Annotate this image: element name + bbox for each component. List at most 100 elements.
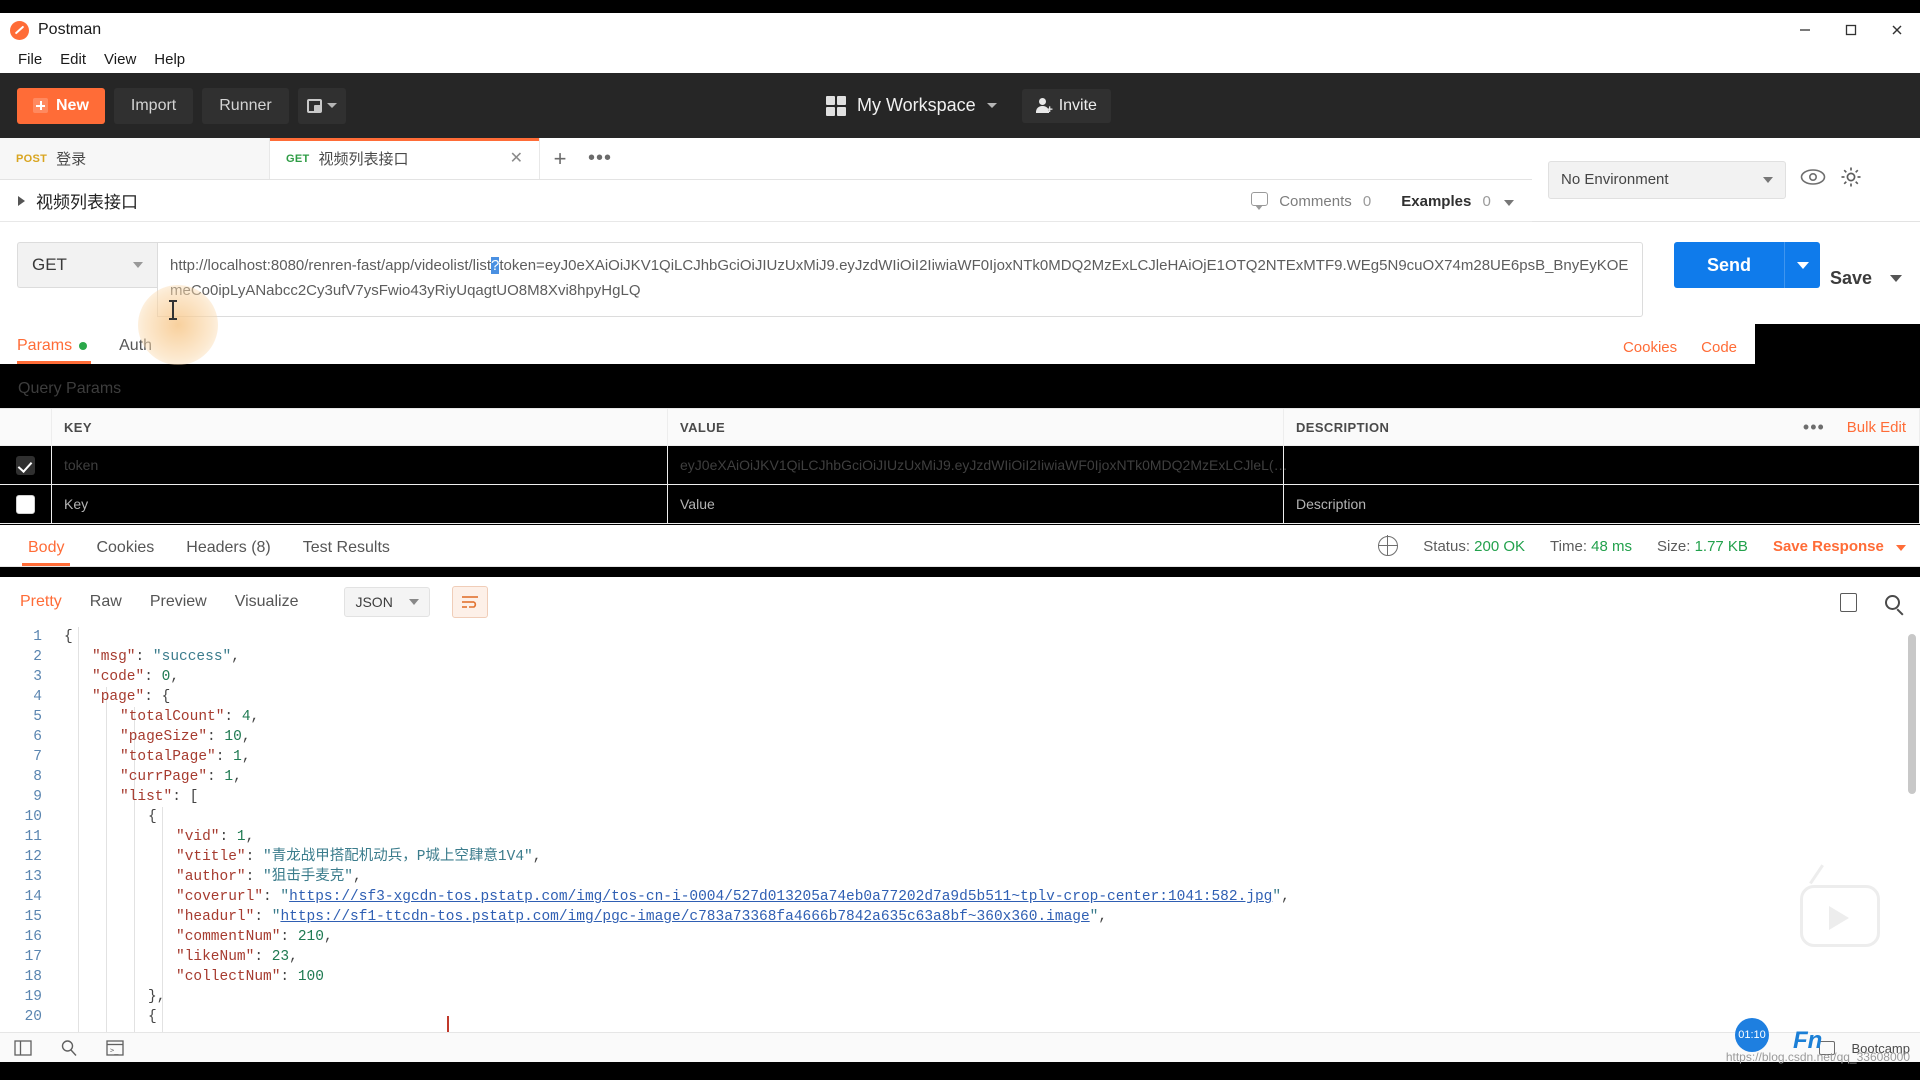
chevron-down-icon — [1796, 261, 1809, 269]
sidebar-toggle-icon[interactable] — [14, 1039, 32, 1056]
close-icon[interactable]: ✕ — [510, 150, 523, 167]
row-value[interactable]: eyJ0eXAiOiJKV1QiLCJhbGciOiJIUzUxMiJ9.eyJ… — [668, 446, 1288, 484]
status-dot-icon — [79, 342, 88, 350]
tab-login[interactable]: POST 登录 — [0, 138, 270, 179]
search-icon[interactable] — [60, 1039, 78, 1057]
vertical-scrollbar[interactable] — [1908, 634, 1916, 794]
table-row[interactable]: token eyJ0eXAiOiJKV1QiLCJhbGciOiJIUzUxMi… — [0, 446, 1920, 485]
code-token: : — [254, 949, 272, 965]
console-icon[interactable]: >_ — [106, 1039, 124, 1056]
tab-headers[interactable]: Headers (8) — [170, 539, 286, 566]
view-preview[interactable]: Preview — [150, 593, 227, 611]
code-token: , — [1098, 909, 1108, 925]
view-raw[interactable]: Raw — [90, 593, 142, 611]
import-button[interactable]: Import — [113, 87, 194, 124]
chevron-down-icon — [409, 599, 420, 605]
word-wrap-button[interactable] — [452, 586, 489, 618]
format-select[interactable]: JSON — [344, 587, 431, 617]
search-icon[interactable] — [1885, 594, 1900, 610]
code-token: https://sf3-xgcdn-tos.pstatp.com/img/tos… — [289, 889, 1273, 905]
save-button[interactable]: Save — [1830, 268, 1890, 289]
menu-file[interactable]: File — [9, 47, 51, 73]
cookies-link[interactable]: Cookies — [1623, 339, 1677, 356]
line-content: "author": "狙击手麦克", — [56, 867, 362, 887]
response-json-viewer[interactable]: 1{2 "msg": "success", 3 "code": 0, 4 "page": … — [0, 627, 1920, 1032]
row-description[interactable] — [1284, 446, 1920, 484]
examples-button[interactable]: Examples 0 — [1401, 193, 1514, 210]
tab-body[interactable]: Body — [12, 539, 80, 566]
line-number: 13 — [24, 869, 42, 885]
row-checkbox-cell[interactable] — [0, 485, 52, 523]
comments-button[interactable]: Comments 0 — [1251, 192, 1371, 210]
code-token: , — [170, 669, 180, 685]
save-chevron-down-icon[interactable] — [1890, 275, 1902, 282]
tab-auth[interactable]: Auth — [119, 337, 170, 364]
code-token: , — [245, 829, 255, 845]
view-visualize[interactable]: Visualize — [235, 593, 319, 611]
maximize-button[interactable] — [1828, 13, 1874, 47]
new-window-button[interactable] — [297, 87, 346, 124]
person-add-icon: + — [1035, 97, 1053, 115]
menu-help[interactable]: Help — [145, 47, 194, 73]
menu-view[interactable]: View — [95, 47, 145, 73]
add-tab-button[interactable]: + — [540, 138, 580, 179]
table-row[interactable]: Key Value Description — [0, 485, 1920, 524]
code-link[interactable]: Code — [1701, 339, 1737, 356]
eye-icon[interactable] — [1800, 168, 1826, 191]
code-line: 16 "commentNum": 210, — [0, 927, 1920, 947]
code-token: "coverurl" — [176, 889, 264, 905]
line-number: 18 — [24, 969, 42, 985]
copy-icon[interactable] — [1836, 589, 1857, 612]
environment-bar: No Environment — [1532, 138, 1920, 222]
runner-button[interactable]: Runner — [202, 87, 289, 124]
svg-text:>_: >_ — [110, 1046, 119, 1054]
tab-videolist[interactable]: GET 视频列表接口 ✕ — [270, 138, 540, 179]
close-button[interactable] — [1874, 13, 1920, 47]
line-content: "likeNum": 23, — [56, 947, 298, 967]
code-token: , — [231, 649, 240, 665]
chevron-right-icon[interactable] — [18, 195, 25, 206]
line-content: }, — [56, 987, 165, 1007]
tab-params[interactable]: Params — [17, 337, 105, 364]
tab-more-button[interactable]: ••• — [580, 138, 620, 179]
tab-test-results[interactable]: Test Results — [287, 539, 406, 566]
code-token: : — [245, 849, 264, 865]
code-token: : — [280, 969, 298, 985]
line-number: 8 — [33, 769, 42, 785]
row-value-placeholder[interactable]: Value — [668, 485, 1284, 523]
url-input[interactable]: http://localhost:8080/renren-fast/app/vi… — [157, 242, 1643, 317]
line-number: 16 — [24, 929, 42, 945]
tab-verb: POST — [16, 152, 48, 165]
bulk-edit-button[interactable]: Bulk Edit — [1847, 419, 1906, 436]
row-checkbox-cell[interactable] — [0, 446, 52, 484]
tab-auth-label: Auth — [119, 337, 153, 354]
size-metric: Size: 1.77 KB — [1657, 538, 1748, 555]
tab-cookies[interactable]: Cookies — [80, 539, 170, 566]
send-button[interactable]: Send — [1674, 242, 1784, 288]
checkbox-unchecked-icon[interactable] — [16, 494, 35, 514]
line-number: 3 — [33, 669, 42, 685]
code-token: 10 — [224, 729, 242, 745]
gear-icon[interactable] — [1840, 166, 1862, 193]
view-pretty[interactable]: Pretty — [20, 593, 82, 611]
comments-label: Comments — [1279, 193, 1352, 210]
workspace-chevron-down-icon[interactable] — [986, 103, 997, 108]
invite-button[interactable]: + Invite — [1021, 88, 1111, 123]
save-response-button[interactable]: Save Response — [1773, 538, 1906, 555]
environment-select[interactable]: No Environment — [1548, 160, 1786, 199]
new-button[interactable]: New — [17, 87, 105, 124]
menu-edit[interactable]: Edit — [51, 47, 95, 73]
workspace-label[interactable]: My Workspace — [857, 95, 976, 116]
table-more-button[interactable]: ••• — [1803, 417, 1825, 438]
row-key-placeholder[interactable]: Key — [52, 485, 668, 523]
checkbox-checked-icon[interactable] — [16, 455, 35, 475]
minimize-button[interactable] — [1782, 13, 1828, 47]
row-key[interactable]: token — [52, 446, 668, 484]
code-line: 20 { — [0, 1007, 1920, 1027]
method-select[interactable]: GET — [17, 242, 157, 288]
new-window-icon — [306, 98, 322, 113]
row-description-placeholder[interactable]: Description — [1284, 485, 1920, 523]
status-badge: Status: 200 OK — [1423, 538, 1525, 555]
code-token: "totalCount" — [120, 709, 225, 725]
send-options-button[interactable] — [1784, 242, 1820, 288]
